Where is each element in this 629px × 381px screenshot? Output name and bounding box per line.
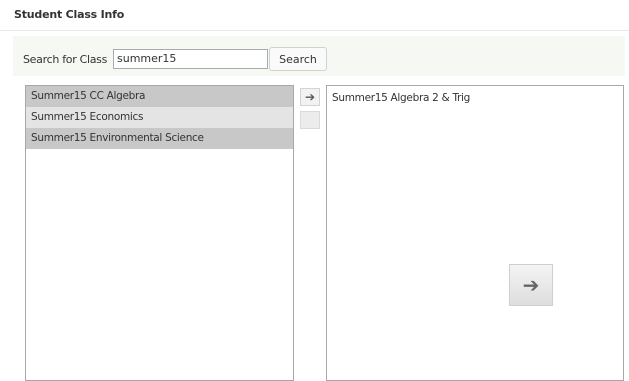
list-item[interactable]: Summer15 Algebra 2 & Trig: [327, 86, 623, 109]
list-item[interactable]: Summer15 CC Algebra: [26, 86, 293, 107]
title-bar: Student Class Info: [0, 0, 629, 31]
search-input[interactable]: [113, 49, 268, 69]
selected-classes-list[interactable]: Summer15 Algebra 2 & Trig: [326, 85, 624, 381]
search-label: Search for Class: [23, 53, 108, 66]
list-item[interactable]: Summer15 Environmental Science: [26, 128, 293, 149]
search-panel: Search for Class Search: [13, 36, 625, 76]
student-class-info-page: Student Class Info Search for Class Sear…: [0, 0, 629, 381]
arrow-right-icon: ➔: [304, 90, 316, 104]
move-button[interactable]: ➔: [509, 264, 553, 306]
search-button[interactable]: Search: [269, 47, 327, 71]
page-title: Student Class Info: [14, 8, 125, 21]
list-item[interactable]: Summer15 Economics: [26, 107, 293, 128]
arrow-right-icon: ➔: [522, 273, 540, 297]
move-left-button[interactable]: [300, 111, 320, 129]
move-right-button[interactable]: ➔: [300, 88, 320, 106]
available-classes-list[interactable]: Summer15 CC Algebra Summer15 Economics S…: [25, 85, 294, 381]
